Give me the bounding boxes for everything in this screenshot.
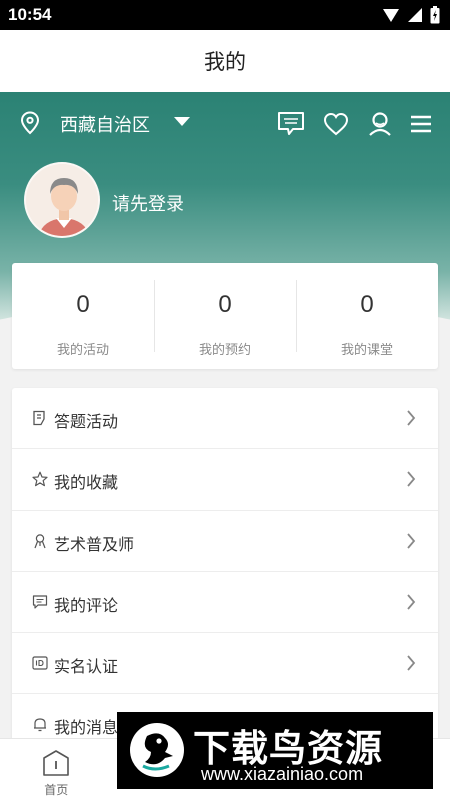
stat-my-activities[interactable]: 0 我的活动	[12, 263, 154, 369]
star-icon	[32, 471, 48, 487]
menu-item-real-name-verification[interactable]: 实名认证	[12, 633, 438, 695]
menu-item-label: 实名认证	[54, 657, 119, 677]
stat-label: 我的预约	[198, 343, 251, 358]
stat-value: 0	[218, 291, 232, 318]
menu-item-quiz[interactable]: 答题活动	[12, 388, 438, 450]
page-title: 我的	[204, 50, 246, 74]
stat-label: 我的活动	[56, 343, 109, 358]
heart-icon[interactable]	[322, 110, 350, 138]
home-icon	[43, 750, 70, 776]
stat-value: 0	[360, 291, 374, 318]
chevron-right-icon	[407, 410, 416, 426]
artist-icon	[34, 533, 46, 548]
menu-item-favorites[interactable]: 我的收藏	[12, 449, 438, 511]
user-profile-icon[interactable]	[366, 110, 394, 138]
login-prompt[interactable]: 请先登录	[112, 190, 184, 216]
menu-item-comments[interactable]: 我的评论	[12, 572, 438, 634]
menu-list: 答题活动 我的收藏 艺术普及师 我的评论 实名认证 我的消息	[12, 388, 438, 748]
avatar[interactable]	[24, 162, 100, 238]
location-pin-icon	[20, 111, 40, 135]
id-card-icon	[32, 656, 48, 670]
tibetan-language-icon[interactable]	[277, 110, 305, 138]
chevron-down-icon[interactable]	[174, 117, 190, 127]
menu-item-label: 艺术普及师	[54, 534, 135, 554]
status-time: 10:54	[8, 5, 52, 24]
stat-value: 0	[76, 291, 90, 318]
system-icons	[382, 6, 440, 24]
stat-my-reservations[interactable]: 0 我的预约	[154, 263, 296, 369]
chevron-right-icon	[407, 594, 416, 610]
stat-label: 我的课堂	[340, 343, 393, 358]
menu-item-label: 我的消息	[54, 718, 119, 738]
nav-home[interactable]: 首页	[0, 739, 113, 800]
location-row: 西藏自治区	[0, 100, 450, 146]
nav-label: 首页	[44, 783, 69, 797]
signal-icon	[383, 9, 399, 22]
menu-item-label: 我的评论	[54, 595, 119, 615]
battery-icon	[430, 6, 440, 24]
watermark-url: www.xiazainiao.com	[201, 764, 364, 784]
cellular-icon	[408, 8, 422, 22]
status-bar: 10:54	[0, 0, 450, 30]
chevron-right-icon	[407, 471, 416, 487]
menu-item-label: 我的收藏	[54, 473, 119, 493]
stats-card: 0 我的活动 0 我的预约 0 我的课堂	[12, 263, 438, 369]
menu-item-art-popularizer[interactable]: 艺术普及师	[12, 511, 438, 572]
menu-item-label: 答题活动	[54, 412, 119, 431]
menu-icon[interactable]	[407, 110, 435, 138]
quiz-icon	[33, 410, 45, 426]
bell-icon	[34, 718, 46, 732]
title-bar: 我的	[0, 30, 450, 92]
comment-icon	[32, 595, 48, 609]
chevron-right-icon	[407, 533, 416, 549]
screen: 10:54 我的 西藏自治区 请先登录 0 我的活动 0 我的预约 0 我的课堂…	[0, 0, 450, 800]
chevron-right-icon	[407, 655, 416, 671]
region-selector[interactable]: 西藏自治区	[60, 111, 150, 137]
watermark-banner: 下载鸟资源 www.xiazainiao.com	[117, 712, 433, 789]
bird-logo-icon	[130, 723, 184, 777]
stat-my-classes[interactable]: 0 我的课堂	[296, 263, 438, 369]
